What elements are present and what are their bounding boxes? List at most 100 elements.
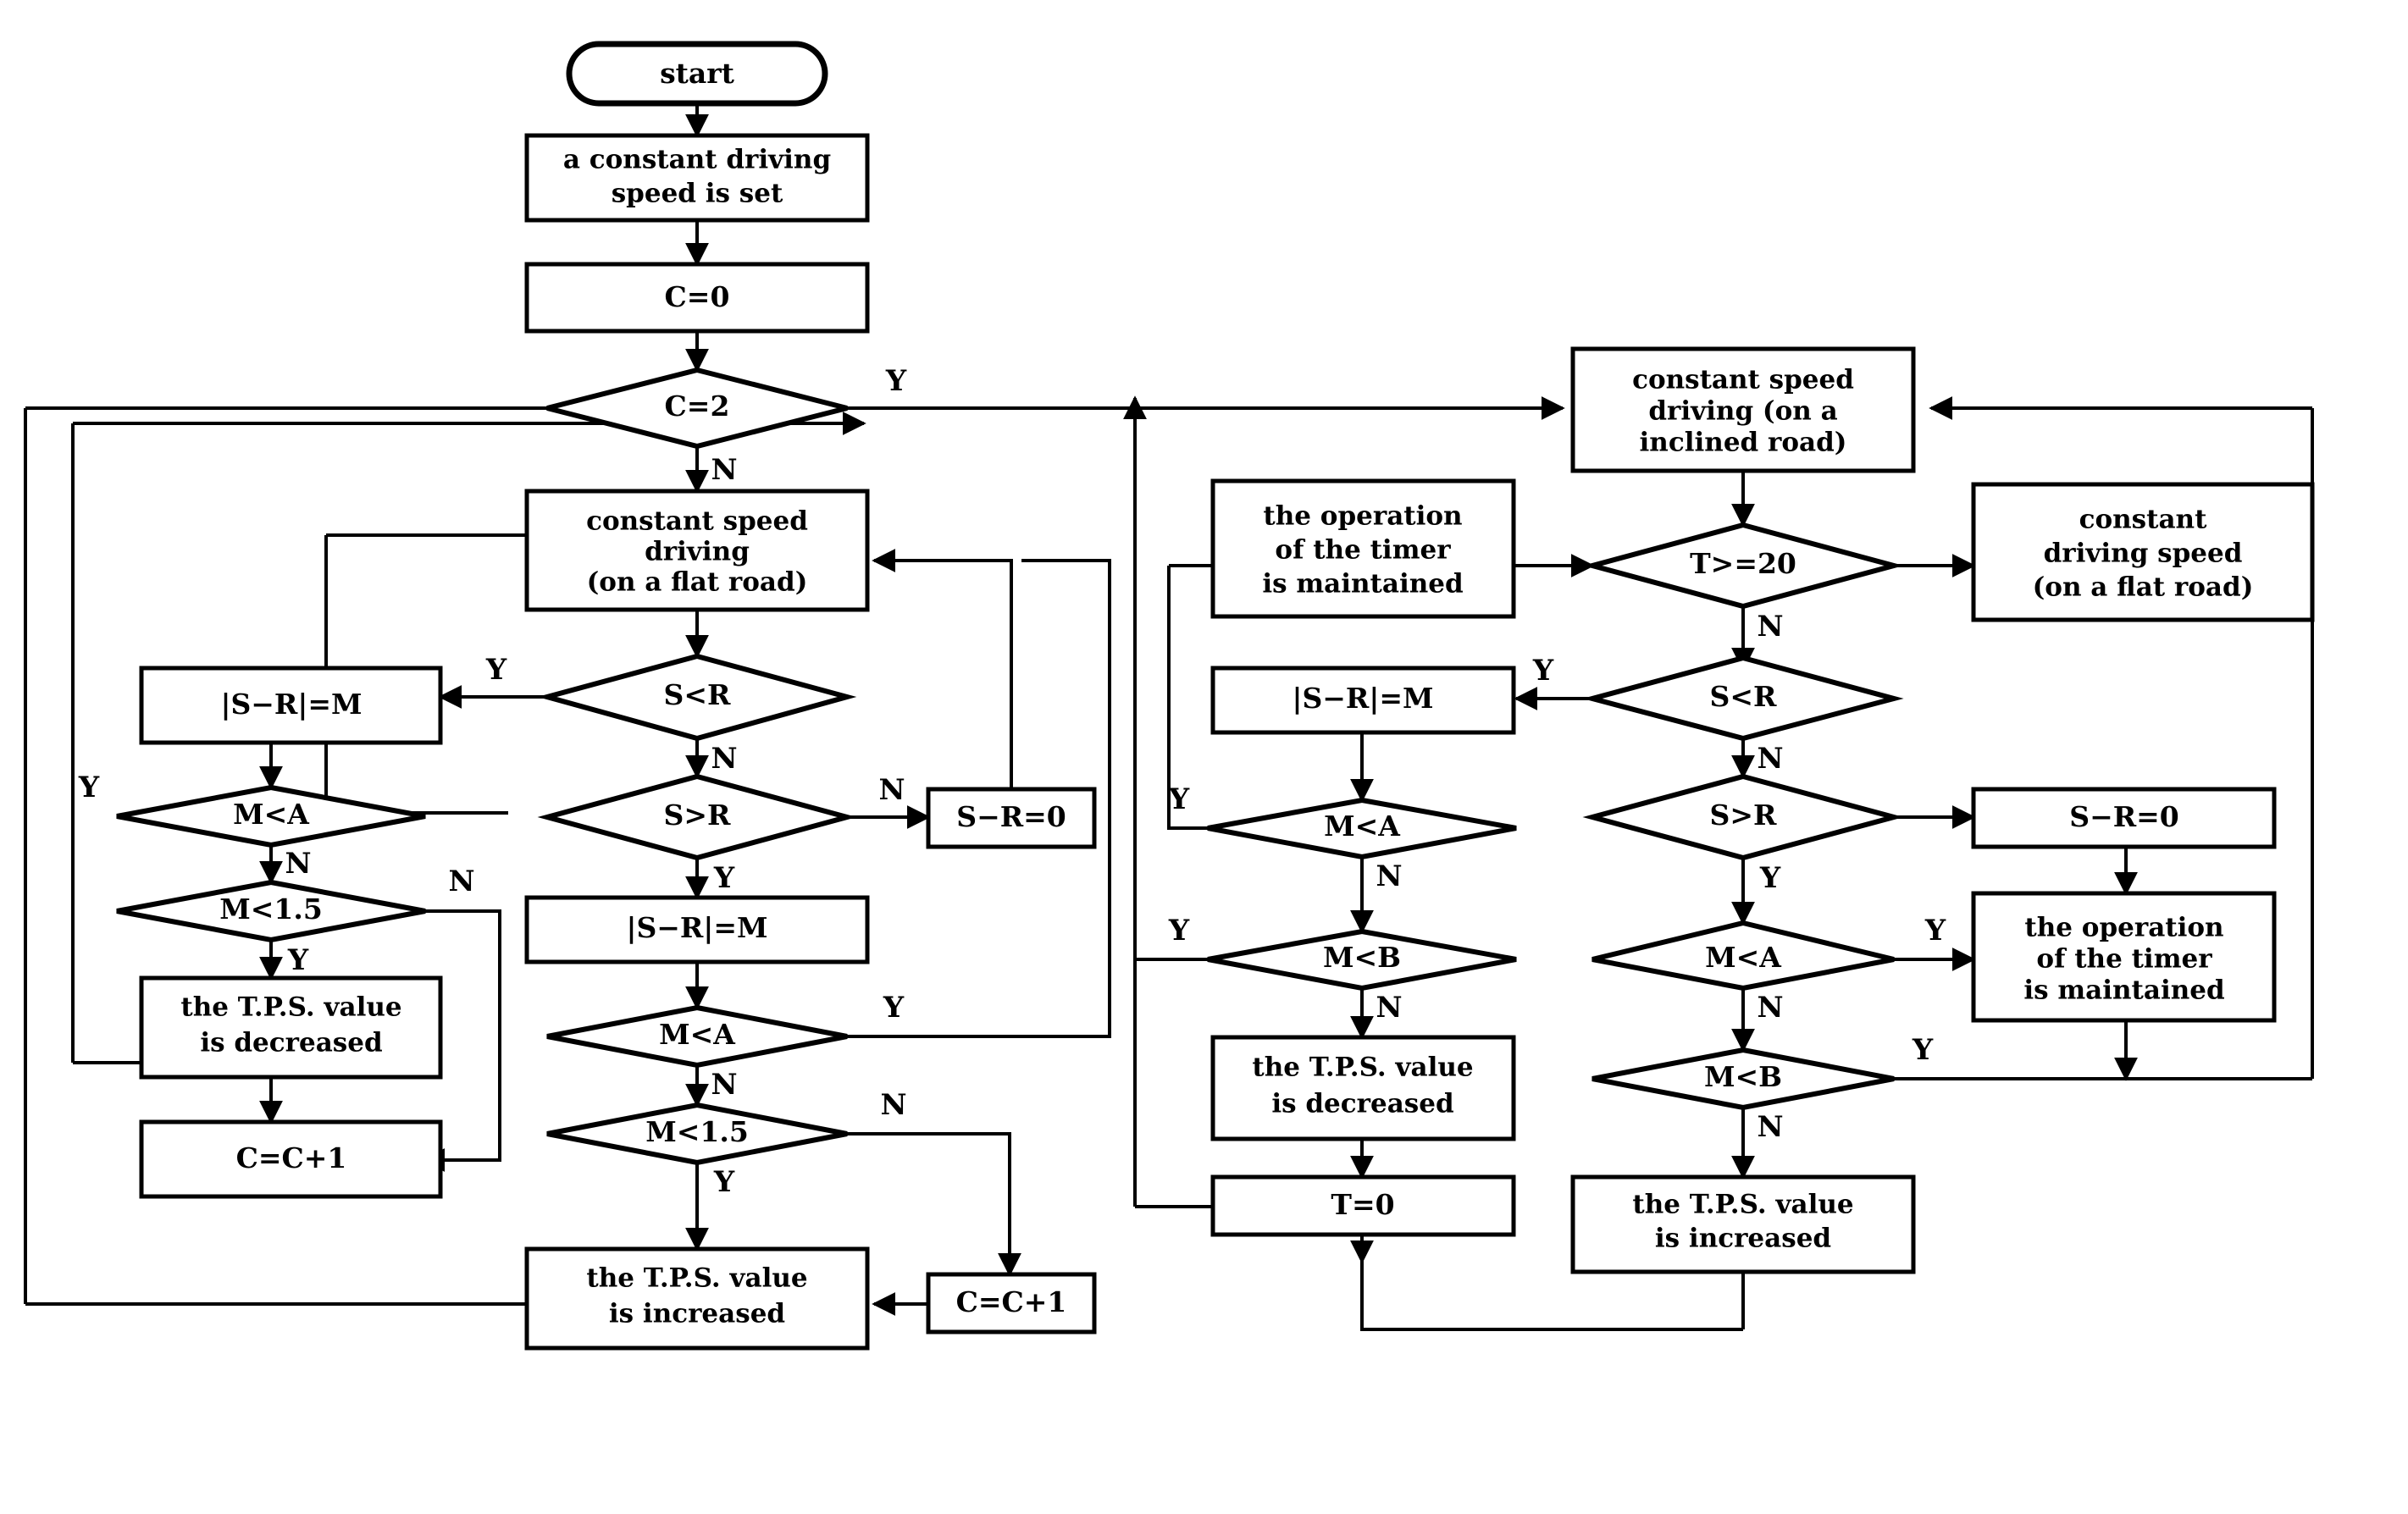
flat-drive-left-line1: constant speed <box>586 506 808 537</box>
sr-zero-left-label: S−R=0 <box>956 800 1066 833</box>
node-inclined-drive[interactable]: constant speed driving (on a inclined ro… <box>1570 346 1916 473</box>
node-tps-inc-left[interactable]: the T.P.S. value is increased <box>524 1246 870 1351</box>
node-mA-left-2[interactable]: M<A <box>546 1004 848 1069</box>
edge-m15L2-no <box>847 1132 1021 1277</box>
m15-left-2-label: M<1.5 <box>645 1115 749 1148</box>
abs-left-2-label: |S−R|=M <box>626 911 767 944</box>
set-speed-line1: a constant driving <box>563 145 831 175</box>
node-flat-drive-right[interactable]: constant driving speed (on a flat road) <box>1971 482 2315 622</box>
label-sltL1-yes: Y <box>485 653 507 687</box>
node-sr-zero-left[interactable]: S−R=0 <box>926 787 1097 849</box>
abs-right-1-label: |S−R|=M <box>1292 682 1433 715</box>
label-mAL1-no: N <box>285 847 311 881</box>
node-tps-dec-left[interactable]: the T.P.S. value is decreased <box>139 975 443 1080</box>
sgt-right-label: S>R <box>1710 798 1777 832</box>
label-mAL2-yes: Y <box>883 991 905 1025</box>
label-m15L1-yes: Y <box>287 943 309 977</box>
node-mA-left-1[interactable]: M<A <box>116 784 426 848</box>
node-abs-right-1[interactable]: |S−R|=M <box>1210 666 1516 735</box>
tps-dec-right-line1: the T.P.S. value <box>1252 1053 1473 1083</box>
mB-right-1-label: M<B <box>1323 941 1401 974</box>
node-c-eq-2[interactable]: C=2 <box>546 367 848 450</box>
label-sgtL-yes: Y <box>713 861 735 895</box>
node-abs-left-1[interactable]: |S−R|=M <box>139 666 443 745</box>
c-zero-label: C=0 <box>665 280 730 313</box>
node-c-zero[interactable]: C=0 <box>524 262 870 334</box>
tps-inc-right-line2: is increased <box>1655 1224 1831 1254</box>
flat-drive-left-line3: (on a flat road) <box>587 567 808 598</box>
mA-left-1-label: M<A <box>233 798 309 831</box>
node-c-inc-left-1[interactable]: C=C+1 <box>139 1119 443 1199</box>
label-mBR1-no: N <box>1376 991 1402 1025</box>
sr-zero-right-label: S−R=0 <box>2069 800 2179 833</box>
node-timer-maintained-r1[interactable]: the operation of the timer is maintained <box>1210 478 1516 619</box>
node-set-speed[interactable]: a constant driving speed is set <box>524 133 870 223</box>
label-mAR1-yes: Y <box>1168 782 1190 816</box>
node-sr-zero-right[interactable]: S−R=0 <box>1971 787 2277 849</box>
node-sgt-right[interactable]: S>R <box>1582 773 1904 861</box>
label-sgtR-yes: Y <box>1759 861 1781 895</box>
c-inc-left-1-label: C=C+1 <box>236 1141 347 1174</box>
label-mBR2-no: N <box>1757 1110 1783 1144</box>
node-mA-right-1[interactable]: M<A <box>1207 797 1517 860</box>
label-mAR2-no: N <box>1757 991 1783 1025</box>
label-m15L2-no: N <box>880 1088 906 1122</box>
node-m15-left-1[interactable]: M<1.5 <box>116 879 426 943</box>
label-tge20-no: N <box>1757 610 1783 644</box>
node-sgt-left[interactable]: S>R <box>537 773 857 861</box>
flat-drive-right-line3: (on a flat road) <box>2033 572 2254 603</box>
c-eq-2-label: C=2 <box>665 390 730 423</box>
node-mA-right-2[interactable]: M<A <box>1591 920 1895 992</box>
mB-right-2-label: M<B <box>1704 1060 1782 1093</box>
c-inc-left-2-label: C=C+1 <box>956 1285 1067 1318</box>
set-speed-line2: speed is set <box>612 179 783 209</box>
t-ge-20-label: T>=20 <box>1690 547 1796 580</box>
node-flat-drive-left[interactable]: constant speed driving (on a flat road) <box>524 489 870 612</box>
inclined-drive-line3: inclined road) <box>1640 428 1847 458</box>
timer-maintained-r2-line1: the operation <box>2024 913 2223 943</box>
label-mBR1-yes: Y <box>1168 914 1190 948</box>
node-slt-right[interactable]: S<R <box>1582 655 1904 742</box>
slt-left-label: S<R <box>664 678 731 711</box>
node-t-zero[interactable]: T=0 <box>1210 1174 1516 1237</box>
node-tps-inc-right[interactable]: the T.P.S. value is increased <box>1570 1174 1916 1274</box>
tps-inc-left-line1: the T.P.S. value <box>586 1263 807 1294</box>
inclined-drive-line1: constant speed <box>1632 365 1854 395</box>
label-srR-no: N <box>1757 742 1783 776</box>
abs-left-1-label: |S−R|=M <box>220 688 362 721</box>
node-mB-right-1[interactable]: M<B <box>1207 928 1517 992</box>
node-t-ge-20[interactable]: T>=20 <box>1582 522 1904 610</box>
mA-left-2-label: M<A <box>659 1018 735 1051</box>
mA-right-2-label: M<A <box>1705 941 1781 974</box>
node-abs-left-2[interactable]: |S−R|=M <box>524 895 870 964</box>
label-srR-yes: Y <box>1532 654 1554 688</box>
timer-maintained-r2-line2: of the timer <box>2036 944 2212 975</box>
node-tps-dec-right[interactable]: the T.P.S. value is decreased <box>1210 1035 1516 1141</box>
node-slt-left[interactable]: S<R <box>537 653 857 742</box>
flat-drive-right-line2: driving speed <box>2044 539 2243 569</box>
label-mBR2-yes: Y <box>1912 1033 1934 1067</box>
slt-right-label: S<R <box>1710 680 1777 713</box>
label-mAL1-yes: Y <box>78 771 100 804</box>
sgt-left-label: S>R <box>664 798 731 832</box>
flowchart-canvas: start a constant driving speed is set C=… <box>0 0 2408 1514</box>
m15-left-1-label: M<1.5 <box>219 892 323 926</box>
label-sltL1-no: N <box>711 742 737 776</box>
label-m15L1-no: N <box>448 865 474 898</box>
edge-srzeroL-to-flatdrive <box>872 549 1013 789</box>
tps-inc-left-line2: is increased <box>609 1299 785 1329</box>
start-label: start <box>660 57 735 90</box>
tps-dec-left-line1: the T.P.S. value <box>180 992 401 1023</box>
flat-drive-left-line2: driving <box>645 537 750 567</box>
node-timer-maintained-r2[interactable]: the operation of the timer is maintained <box>1971 891 2277 1023</box>
label-sgtL-no: N <box>878 773 905 807</box>
t-zero-label: T=0 <box>1331 1188 1394 1221</box>
node-c-inc-left-2[interactable]: C=C+1 <box>926 1272 1097 1334</box>
node-start[interactable]: start <box>566 41 828 107</box>
label-mAR2-yes: Y <box>1924 914 1946 948</box>
node-m15-left-2[interactable]: M<1.5 <box>546 1102 848 1166</box>
flowchart-svg: start a constant driving speed is set C=… <box>24 41 2315 1351</box>
timer-maintained-r2-line3: is maintained <box>2023 975 2224 1006</box>
tps-dec-left-line2: is decreased <box>200 1028 382 1058</box>
node-mB-right-2[interactable]: M<B <box>1591 1047 1895 1111</box>
